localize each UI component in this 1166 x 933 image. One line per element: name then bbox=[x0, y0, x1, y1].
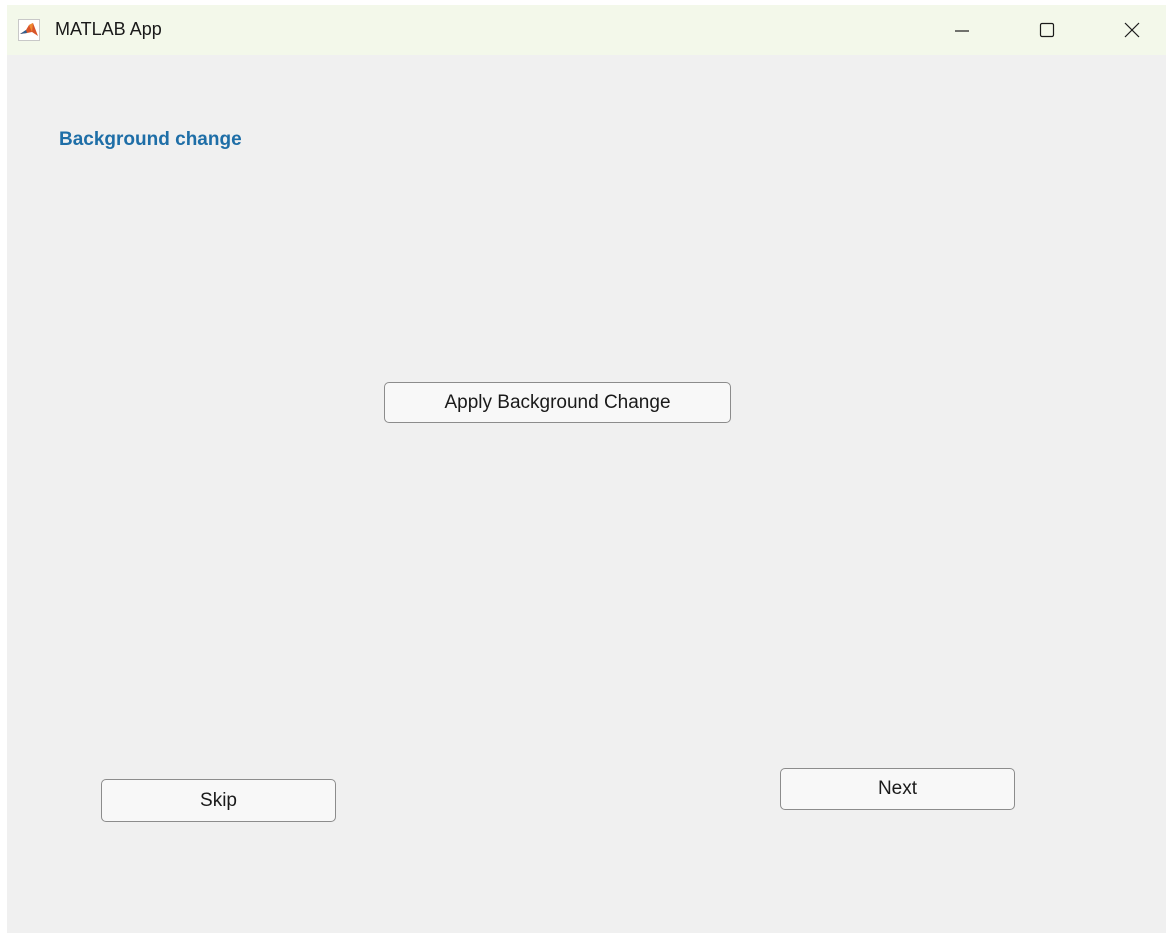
maximize-icon bbox=[1039, 22, 1055, 38]
minimize-button[interactable] bbox=[939, 5, 985, 55]
matlab-logo-icon bbox=[18, 19, 40, 41]
window-title: MATLAB App bbox=[55, 19, 162, 39]
next-button[interactable]: Next bbox=[780, 768, 1015, 810]
skip-button[interactable]: Skip bbox=[101, 779, 336, 822]
title-bar[interactable]: MATLAB App bbox=[7, 5, 1166, 55]
close-button[interactable] bbox=[1109, 5, 1155, 55]
minimize-icon bbox=[955, 30, 969, 32]
apply-background-change-button[interactable]: Apply Background Change bbox=[384, 382, 731, 423]
app-window: MATLAB App Background change Apply Backg… bbox=[7, 5, 1166, 933]
close-icon bbox=[1124, 22, 1140, 38]
section-heading: Background change bbox=[59, 129, 242, 150]
maximize-button[interactable] bbox=[1024, 5, 1070, 55]
